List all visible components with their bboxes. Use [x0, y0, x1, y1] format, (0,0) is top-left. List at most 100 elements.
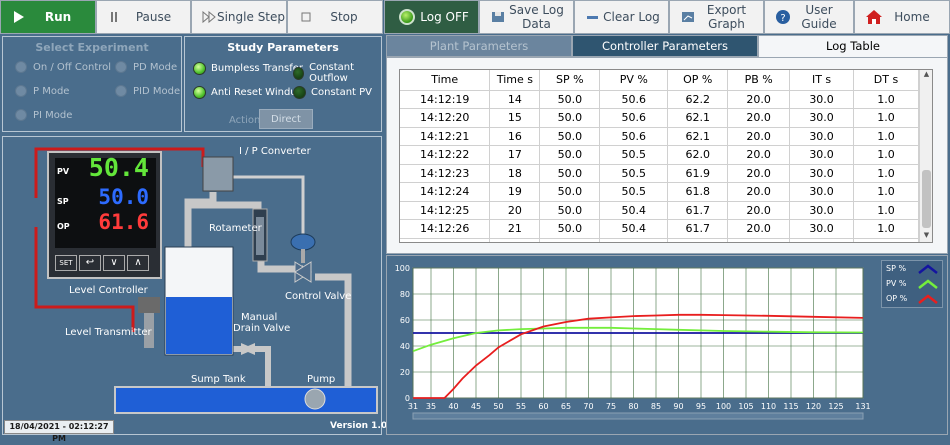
- table-cell: 14:12:26: [400, 219, 491, 239]
- option-label: On / Off Control: [33, 61, 112, 73]
- manual-drain-label-1: Manual: [241, 312, 278, 323]
- x-tick-label: 70: [583, 402, 593, 411]
- table-cell: 50.0: [539, 127, 601, 146]
- led-on-icon: [193, 86, 206, 99]
- toggle-anti-reset-windup[interactable]: Anti Reset Windup: [193, 86, 303, 99]
- led-off-icon: [293, 86, 306, 99]
- option-on-off-control[interactable]: On / Off Control: [15, 61, 111, 73]
- pv-display: 50.4: [88, 153, 149, 182]
- table-cell: 20.0: [727, 90, 791, 109]
- stop-icon: [301, 12, 311, 22]
- select-experiment-title: Select Experiment: [35, 41, 149, 54]
- table-cell: 61.7: [667, 201, 729, 220]
- table-cell: 61.7: [667, 219, 729, 239]
- table-cell: 50.0: [539, 145, 601, 165]
- level-controller-device: PV 50.4 SP 50.0 OP 61.6 SET ↩ ∨ ∧: [47, 151, 162, 279]
- table-cell: 20.0: [727, 145, 791, 165]
- level-transmitter-label: Level Transmitter: [65, 327, 152, 338]
- option-pid-mode[interactable]: PID Mode: [115, 85, 180, 97]
- table-row: 14:12:25 20 50.0 50.4 61.7 20.0 30.0 1.0: [400, 201, 919, 220]
- pause-icon: [111, 12, 117, 22]
- option-pi-mode[interactable]: PI Mode: [15, 109, 72, 121]
- table-cell: 50.4: [599, 238, 669, 242]
- table-cell: 50.0: [539, 108, 601, 128]
- chart-scrollbar: [412, 412, 864, 420]
- table-cell: 61.8: [667, 182, 729, 202]
- y-tick-label: 60: [400, 316, 410, 325]
- save-log-button[interactable]: Save Log Data: [479, 0, 574, 34]
- version-label: Version 1.0: [330, 421, 388, 431]
- table-cell: 30.0: [789, 108, 855, 128]
- radio-led-icon: [115, 85, 127, 97]
- select-experiment-panel: Select Experiment On / Off Control PD Mo…: [2, 36, 182, 132]
- level-controller-label: Level Controller: [69, 285, 148, 296]
- legend-label: OP %: [886, 294, 908, 303]
- return-key-icon[interactable]: ↩: [79, 255, 101, 271]
- table-scrollbar[interactable]: ▲ ▼: [919, 70, 932, 242]
- stop-button[interactable]: Stop: [287, 0, 383, 34]
- option-label: PI Mode: [33, 109, 73, 121]
- radio-led-icon: [15, 61, 27, 73]
- op-label: OP: [57, 222, 70, 231]
- table-cell: 30.0: [789, 164, 855, 183]
- tab-log-table[interactable]: Log Table: [758, 35, 948, 57]
- x-tick-label: 90: [673, 402, 683, 411]
- up-key-icon[interactable]: ∧: [127, 255, 149, 271]
- x-tick-label: 85: [651, 402, 661, 411]
- table-cell: 1.0: [853, 219, 919, 239]
- ip-converter-label: I / P Converter: [239, 146, 311, 157]
- toggle-constant-pv[interactable]: Constant PV: [293, 86, 372, 99]
- action-direct-button[interactable]: Direct: [259, 109, 313, 129]
- table-cell: 20.0: [727, 127, 791, 146]
- table-cell: 20.0: [727, 238, 791, 242]
- table-cell: 30.0: [789, 90, 855, 109]
- table-cell: 14:12:20: [400, 108, 491, 128]
- x-tick-label: 45: [471, 402, 481, 411]
- single-step-button[interactable]: Single Step: [191, 0, 287, 34]
- home-button[interactable]: Home: [854, 0, 950, 34]
- guide-label: User: [805, 3, 833, 17]
- pv-label: PV: [57, 167, 70, 176]
- toggle-constant-outflow[interactable]: Constant Outflow: [293, 62, 381, 84]
- table-cell: 21: [489, 219, 541, 239]
- scroll-thumb[interactable]: [922, 170, 931, 228]
- toggle-bumpless-transfer[interactable]: Bumpless Transfer: [193, 62, 303, 75]
- tab-plant-parameters[interactable]: Plant Parameters: [386, 35, 572, 57]
- table-row: 14:12:24 19 50.0 50.5 61.8 20.0 30.0 1.0: [400, 182, 919, 202]
- control-valve-label: Control Valve: [285, 291, 352, 302]
- table-cell: 62.0: [667, 145, 729, 165]
- table-cell: 1.0: [853, 182, 919, 202]
- table-cell: 1.0: [853, 145, 919, 165]
- set-key-button[interactable]: SET: [55, 255, 77, 271]
- table-cell: 1.0: [853, 127, 919, 146]
- table-row: 14:12:23 18 50.0 50.5 61.9 20.0 30.0 1.0: [400, 164, 919, 183]
- x-tick-label: 60: [538, 402, 548, 411]
- table-cell: 50.0: [539, 182, 601, 202]
- table-cell: 30.0: [789, 145, 855, 165]
- option-p-mode[interactable]: P Mode: [15, 85, 69, 97]
- column-header: Time s: [489, 70, 541, 91]
- trend-chart: 31 35 40 45 50 55 60 65 70 75 80 85 90 95 100 105 110 115…: [395, 264, 871, 420]
- export-graph-button[interactable]: Export Graph: [669, 0, 764, 34]
- tab-controller-parameters[interactable]: Controller Parameters: [572, 35, 758, 57]
- datetime-display: 18/04/2021 - 02:12:27 PM: [4, 420, 114, 443]
- run-button[interactable]: Run: [0, 0, 96, 34]
- user-guide-button[interactable]: ? User Guide: [764, 0, 854, 34]
- guide-label-2: Guide: [801, 17, 837, 31]
- option-pd-mode[interactable]: PD Mode: [115, 61, 177, 73]
- log-toggle-button[interactable]: Log OFF: [384, 0, 479, 34]
- log-status-led-icon: [399, 9, 415, 25]
- scroll-up-icon[interactable]: ▲: [920, 70, 932, 82]
- minus-icon: [587, 16, 598, 19]
- pause-button[interactable]: Pause: [96, 0, 191, 34]
- table-row: 14:12:20 15 50.0 50.6 62.1 20.0 30.0 1.0: [400, 108, 919, 128]
- sump-tank-label: Sump Tank: [191, 374, 246, 385]
- x-tick-label: 65: [561, 402, 571, 411]
- scroll-down-icon[interactable]: ▼: [920, 231, 932, 242]
- down-key-icon[interactable]: ∨: [103, 255, 125, 271]
- table-cell: 50.4: [599, 201, 669, 220]
- clear-log-button[interactable]: Clear Log: [574, 0, 669, 34]
- y-tick-label: 100: [395, 264, 410, 273]
- log-table: Time Time s SP % PV % OP % PB % IT s DT …: [400, 70, 919, 242]
- table-cell: 50.6: [599, 90, 669, 109]
